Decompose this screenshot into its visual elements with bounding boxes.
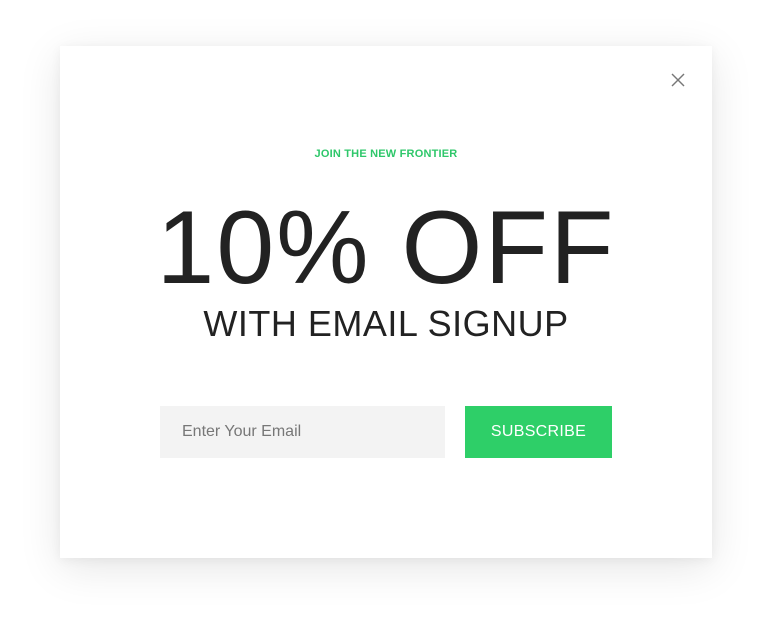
subscribe-button[interactable]: SUBSCRIBE xyxy=(465,406,612,458)
email-field[interactable] xyxy=(160,406,445,458)
promo-headline: 10% OFF xyxy=(156,190,616,306)
signup-modal: JOIN THE NEW FRONTIER 10% OFF WITH EMAIL… xyxy=(60,46,712,558)
close-icon[interactable] xyxy=(668,70,688,90)
promo-eyebrow: JOIN THE NEW FRONTIER xyxy=(314,148,458,160)
signup-form: SUBSCRIBE xyxy=(160,406,612,458)
promo-subhead: WITH EMAIL SIGNUP xyxy=(203,303,569,344)
